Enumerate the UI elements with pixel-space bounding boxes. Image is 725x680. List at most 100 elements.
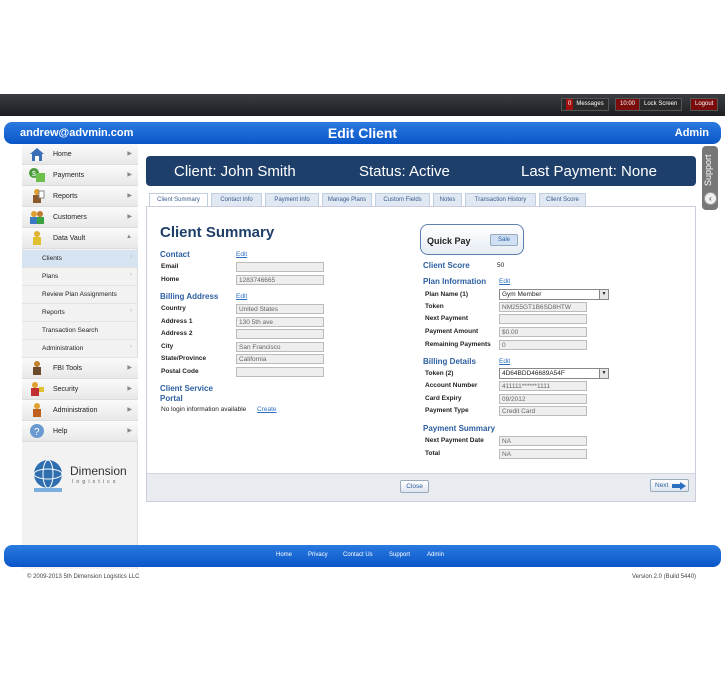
billing-details-heading: Billing Details <box>423 357 476 366</box>
plan-edit-link[interactable]: Edit <box>499 278 510 285</box>
email-field <box>236 262 324 272</box>
sidebar-item-label: Reports <box>53 193 78 200</box>
sidebar-item-customers[interactable]: Customers ▶ <box>22 207 138 228</box>
chevron-left-icon: ‹ <box>704 192 717 205</box>
billing-token-select[interactable]: 4D64BDD46689A54F ▼ <box>499 368 609 379</box>
plan-name-select[interactable]: Gym Member ▼ <box>499 289 609 300</box>
billing-edit-link[interactable]: Edit <box>236 293 247 300</box>
sidebar-item-label: Plans <box>42 273 59 280</box>
tab-manage-plans[interactable]: Manage Plans <box>322 193 372 206</box>
plan-info-heading: Plan Information <box>423 277 487 286</box>
sidebar-sub-reports[interactable]: Reports › <box>22 304 138 322</box>
sidebar-item-label: FBI Tools <box>53 365 83 372</box>
lock-screen-button[interactable]: Lock Screen <box>639 98 683 111</box>
next-payment-label: Next Payment <box>425 315 468 322</box>
postal-label: Postal Code <box>161 368 199 375</box>
country-label: Country <box>161 305 186 312</box>
tab-payment-info[interactable]: Payment Info <box>265 193 319 206</box>
sidebar-sub-review-plan-assignments[interactable]: Review Plan Assignments <box>22 286 138 304</box>
plan-name-value: Gym Member <box>502 291 542 298</box>
payment-summary-heading: Payment Summary <box>423 424 496 433</box>
help-icon: ? <box>30 424 44 438</box>
payment-type-field: Credit Card <box>499 406 587 416</box>
administration-icon <box>33 403 41 417</box>
next-payment-date-label: Next Payment Date <box>425 437 484 444</box>
sidebar-item-label: Data Vault <box>53 235 86 242</box>
home-phone-label: Home <box>161 276 180 283</box>
remaining-payments-label: Remaining Payments <box>425 341 491 348</box>
next-button[interactable]: Next <box>650 479 689 492</box>
account-number-label: Account Number <box>425 382 478 389</box>
sidebar-item-security[interactable]: Security ▶ <box>22 379 138 400</box>
close-button[interactable]: Close <box>400 480 429 493</box>
next-payment-field <box>499 314 587 324</box>
footer-link-admin[interactable]: Admin <box>427 552 444 558</box>
chevron-right-icon: › <box>130 344 132 350</box>
user-role: Admin <box>674 127 709 139</box>
sidebar-item-label: Payments <box>53 172 85 179</box>
payments-icon: $ <box>29 168 45 182</box>
card-expiry-field: 09/2012 <box>499 394 587 404</box>
tab-client-score[interactable]: Client Score <box>539 193 586 206</box>
sidebar-item-fbi-tools[interactable]: FBI Tools ▶ <box>22 358 138 379</box>
sidebar-item-label: Help <box>53 428 68 435</box>
tab-custom-fields[interactable]: Custom Fields <box>375 193 430 206</box>
billing-address-heading: Billing Address <box>160 292 219 301</box>
quick-pay-label: Quick Pay <box>427 236 471 246</box>
tab-contact-info[interactable]: Contact Info <box>211 193 262 206</box>
chevron-right-icon: › <box>130 308 132 314</box>
tab-notes[interactable]: Notes <box>433 193 462 206</box>
tab-transaction-history[interactable]: Transaction History <box>465 193 536 206</box>
sidebar-sub-clients[interactable]: Clients › <box>22 250 138 268</box>
sidebar-item-label: Customers <box>53 214 87 221</box>
sidebar-item-label: Administration <box>53 407 98 414</box>
sidebar-item-reports[interactable]: Reports ▶ <box>22 186 138 207</box>
version-text: Version 2.0 (Build 5440) <box>632 574 697 580</box>
chevron-right-icon: ▶ <box>127 365 132 371</box>
copyright-text: © 2009-2013 5th Dimension Logistics LLC <box>27 574 140 580</box>
client-score-heading: Client Score <box>423 261 470 270</box>
messages-button[interactable]: 0 Messages <box>561 98 609 111</box>
client-name: Client: John Smith <box>174 163 296 180</box>
section-title: Client Summary <box>160 224 275 241</box>
footer-link-home[interactable]: Home <box>276 552 292 558</box>
home-phone-field: 1283746665 <box>236 275 324 285</box>
footer-link-contact[interactable]: Contact Us <box>343 552 373 558</box>
tab-client-summary[interactable]: Client Summary <box>149 193 208 207</box>
chevron-down-icon: ▼ <box>599 290 608 299</box>
contact-edit-link[interactable]: Edit <box>236 251 247 258</box>
portal-heading-2: Portal <box>160 394 183 403</box>
reports-icon <box>33 189 45 203</box>
quick-pay-box: Quick Pay Sale <box>420 224 524 255</box>
state-label: State/Province <box>161 355 207 362</box>
portal-heading: Client Service <box>160 384 213 393</box>
sidebar-sub-administration[interactable]: Administration › <box>22 340 138 358</box>
sidebar-item-administration[interactable]: Administration ▶ <box>22 400 138 421</box>
sidebar-item-payments[interactable]: $ Payments ▶ <box>22 165 138 186</box>
chevron-right-icon: ▶ <box>127 193 132 199</box>
svg-text:?: ? <box>34 427 40 438</box>
payment-type-label: Payment Type <box>425 407 469 414</box>
support-tab[interactable]: Support ‹ <box>702 146 718 210</box>
footer-link-privacy[interactable]: Privacy <box>308 552 328 558</box>
sidebar-item-home[interactable]: Home ▶ <box>22 144 138 165</box>
sidebar-sub-transaction-search[interactable]: Transaction Search <box>22 322 138 340</box>
chevron-right-icon: ▶ <box>127 214 132 220</box>
sale-button[interactable]: Sale <box>490 234 518 246</box>
globe-logo-icon <box>33 459 63 492</box>
sidebar-item-data-vault[interactable]: Data Vault ▲ <box>22 228 138 249</box>
footer-link-support[interactable]: Support <box>389 552 410 558</box>
state-field: California <box>236 354 324 364</box>
plan-token-label: Token <box>425 303 444 310</box>
chevron-down-icon: ▼ <box>599 369 608 378</box>
logout-button[interactable]: Logout <box>690 98 719 111</box>
postal-field <box>236 367 324 377</box>
billing-details-edit-link[interactable]: Edit <box>499 358 510 365</box>
data-vault-icon <box>33 231 41 245</box>
total-field: NA <box>499 449 587 459</box>
chevron-right-icon: ▶ <box>127 151 132 157</box>
portal-create-link[interactable]: Create <box>257 406 277 413</box>
sidebar-item-help[interactable]: ? Help ▶ <box>22 421 138 442</box>
card-expiry-label: Card Expiry <box>425 395 462 402</box>
sidebar-sub-plans[interactable]: Plans › <box>22 268 138 286</box>
